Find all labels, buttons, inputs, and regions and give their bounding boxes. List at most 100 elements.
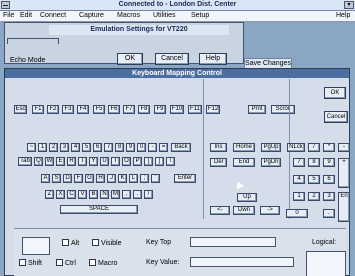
key-right-bracket[interactable]: ] — [155, 157, 164, 166]
key-y[interactable]: Y — [89, 157, 98, 166]
key-num-minus[interactable]: - — [338, 143, 350, 152]
key-f1[interactable]: F1 — [32, 105, 44, 114]
key-p[interactable]: P — [133, 157, 142, 166]
menu-edit[interactable]: Edit — [20, 12, 32, 19]
key-f3[interactable]: F3 — [62, 105, 74, 114]
key-f9[interactable]: F9 — [154, 105, 166, 114]
key-num-divide[interactable]: / — [308, 143, 320, 152]
key-num-multiply[interactable]: * — [323, 143, 335, 152]
key-l[interactable]: L — [129, 174, 138, 183]
emulation-ok-button[interactable]: OK — [117, 53, 143, 65]
key-b[interactable]: B — [89, 190, 98, 199]
key-f8[interactable]: F8 — [138, 105, 150, 114]
key-u[interactable]: U — [100, 157, 109, 166]
key-h[interactable]: H — [96, 174, 105, 183]
key-num-6[interactable]: 6 — [323, 175, 335, 184]
key-num-5[interactable]: 5 — [308, 175, 320, 184]
key-end[interactable]: End — [233, 158, 255, 167]
key-m[interactable]: M — [111, 190, 120, 199]
key-num-enter[interactable]: En — [338, 192, 350, 222]
key-f10[interactable]: F10 — [170, 105, 184, 114]
key-slash[interactable]: / — [144, 190, 153, 199]
key-semicolon[interactable]: ; — [140, 174, 149, 183]
key-7[interactable]: 7 — [104, 143, 113, 152]
key-num-decimal[interactable]: . — [323, 209, 335, 218]
key-space[interactable]: SPACE — [60, 205, 138, 214]
key-f6[interactable]: F6 — [108, 105, 120, 114]
key-backslash[interactable]: \ — [166, 157, 175, 166]
key-ins[interactable]: Ins — [210, 143, 227, 152]
key-tilde[interactable]: ~ — [27, 143, 36, 152]
key-right[interactable]: -> — [260, 206, 280, 215]
key-left[interactable]: <- — [210, 206, 230, 215]
keyboard-cancel-button[interactable]: Cancel — [324, 111, 348, 123]
key-pgdn[interactable]: PgDn — [261, 158, 281, 167]
menu-help[interactable]: Help — [336, 12, 350, 19]
key-print[interactable]: Prnt — [248, 105, 266, 114]
key-g[interactable]: G — [85, 174, 94, 183]
key-c[interactable]: C — [67, 190, 76, 199]
minimize-button[interactable]: ▾ — [344, 1, 354, 9]
key-w[interactable]: W — [45, 157, 54, 166]
menu-utilities[interactable]: Utilities — [153, 12, 176, 19]
key-minus[interactable]: - — [148, 143, 157, 152]
menu-capture[interactable]: Capture — [79, 12, 104, 19]
key-numlock[interactable]: NLck — [287, 143, 305, 152]
key-period[interactable]: . — [133, 190, 142, 199]
key-comma[interactable]: , — [122, 190, 131, 199]
key-num-9[interactable]: 9 — [323, 158, 335, 167]
key-equals[interactable]: = — [159, 143, 168, 152]
key-t[interactable]: T — [78, 157, 87, 166]
key-4[interactable]: 4 — [71, 143, 80, 152]
key-8[interactable]: 8 — [115, 143, 124, 152]
key-x[interactable]: X — [56, 190, 65, 199]
visible-checkbox[interactable]: Visible — [92, 239, 122, 247]
key-value-input[interactable] — [190, 257, 294, 267]
key-6[interactable]: 6 — [93, 143, 102, 152]
key-1[interactable]: 1 — [38, 143, 47, 152]
menu-file[interactable]: File — [3, 12, 14, 19]
key-a[interactable]: A — [41, 174, 50, 183]
emulation-help-button[interactable]: Help — [199, 53, 227, 65]
key-quote[interactable]: ' — [151, 174, 160, 183]
shift-checkbox[interactable]: Shift — [19, 259, 42, 267]
key-left-bracket[interactable]: [ — [144, 157, 153, 166]
key-num-3[interactable]: 3 — [323, 192, 335, 201]
key-num-0[interactable]: 0 — [286, 209, 308, 218]
key-f11[interactable]: F11 — [188, 105, 202, 114]
emulation-cancel-button[interactable]: Cancel — [155, 53, 189, 65]
key-esc[interactable]: Esc — [14, 105, 27, 114]
key-k[interactable]: K — [118, 174, 127, 183]
key-f7[interactable]: F7 — [123, 105, 135, 114]
menu-macros[interactable]: Macros — [117, 12, 140, 19]
key-f2[interactable]: F2 — [47, 105, 59, 114]
key-j[interactable]: J — [107, 174, 116, 183]
key-f[interactable]: F — [74, 174, 83, 183]
key-d[interactable]: D — [63, 174, 72, 183]
key-9[interactable]: 9 — [126, 143, 135, 152]
alt-checkbox[interactable]: Alt — [62, 239, 79, 247]
key-e[interactable]: E — [56, 157, 65, 166]
menu-setup[interactable]: Setup — [191, 12, 209, 19]
key-2[interactable]: 2 — [49, 143, 58, 152]
key-num-8[interactable]: 8 — [308, 158, 320, 167]
key-o[interactable]: O — [122, 157, 131, 166]
key-del[interactable]: Del — [210, 158, 227, 167]
key-r[interactable]: R — [67, 157, 76, 166]
key-enter[interactable]: Enter — [174, 174, 196, 183]
key-home[interactable]: Home — [233, 143, 255, 152]
key-q[interactable]: Q — [34, 157, 43, 166]
macro-checkbox[interactable]: Macro — [89, 259, 117, 267]
key-5[interactable]: 5 — [82, 143, 91, 152]
key-i[interactable]: I — [111, 157, 120, 166]
key-f12[interactable]: F12 — [206, 105, 220, 114]
key-scroll[interactable]: Scroll — [271, 105, 295, 114]
key-z[interactable]: Z — [45, 190, 54, 199]
key-tab[interactable]: Tab — [18, 157, 32, 166]
key-num-1[interactable]: 1 — [293, 192, 305, 201]
key-f4[interactable]: F4 — [77, 105, 89, 114]
key-n[interactable]: N — [100, 190, 109, 199]
key-s[interactable]: S — [52, 174, 61, 183]
ctrl-checkbox[interactable]: Ctrl — [56, 259, 76, 267]
key-3[interactable]: 3 — [60, 143, 69, 152]
